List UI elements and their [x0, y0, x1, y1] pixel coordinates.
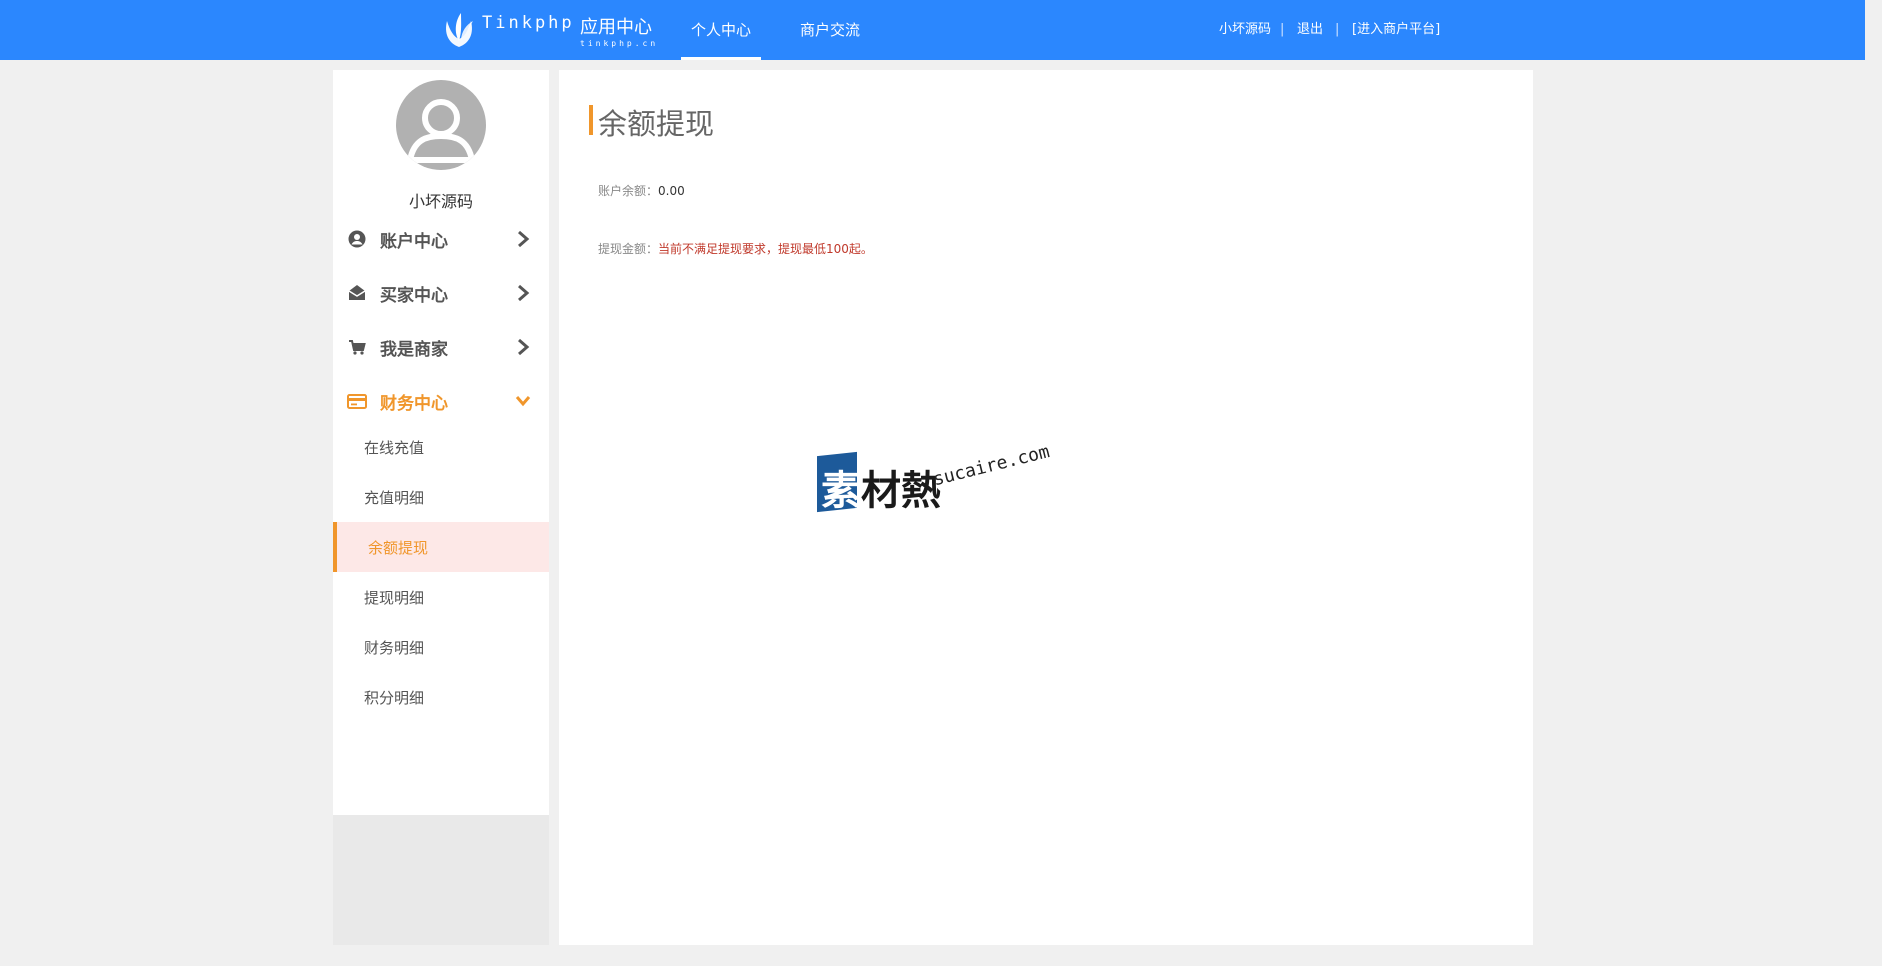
chevron-down-icon [515, 396, 531, 407]
cart-icon [349, 340, 366, 355]
user-name-link[interactable]: 小坏源码 [1219, 0, 1271, 60]
sidebar-group-finance-center[interactable]: 财务中心 [333, 374, 549, 428]
sidebar-group-label: 我是商家 [380, 340, 448, 360]
link-separator: | [1335, 22, 1340, 37]
sidebar-item-points-details[interactable]: 积分明细 [333, 672, 549, 722]
sidebar-group-buyer-center[interactable]: 买家中心 [333, 266, 549, 320]
tab-personal-center[interactable]: 个人中心 [681, 0, 761, 60]
sidebar-item-recharge-details[interactable]: 充值明细 [333, 472, 549, 522]
sidebar-group-account-center[interactable]: 账户中心 [333, 212, 549, 266]
sidebar-username: 小坏源码 [408, 192, 473, 211]
chevron-right-icon [518, 284, 530, 302]
leaf-logo-icon [446, 13, 473, 47]
envelope-open-icon [348, 285, 366, 300]
sidebar-item-withdraw-details[interactable]: 提现明细 [333, 572, 549, 622]
balance-row: 账户余额：0.00 [598, 182, 685, 199]
tab-merchant-exchange[interactable]: 商户交流 [790, 0, 870, 60]
sidebar-item-label: 积分明细 [364, 689, 425, 707]
withdraw-label: 提现金额： [598, 242, 659, 256]
sidebar-group-merchant[interactable]: 我是商家 [333, 320, 549, 374]
watermark-cn-first: 素 [821, 468, 861, 514]
page-title: 余额提现 [598, 107, 715, 141]
sidebar-footer-area [333, 815, 549, 945]
sidebar: 小坏源码 账户中心 买家中心 我是商家 财务中心 在线充值 充值明细 余额提现 … [333, 70, 549, 815]
credit-card-icon [347, 394, 367, 409]
page-scrollbar[interactable] [1865, 0, 1882, 966]
title-accent-bar [589, 105, 593, 135]
merchant-platform-link[interactable]: [进入商户平台] [1352, 0, 1440, 60]
sidebar-item-label: 充值明细 [364, 489, 425, 507]
sidebar-item-label: 余额提现 [368, 539, 429, 557]
logo-name: Tinkphp [482, 13, 575, 33]
top-navigation-bar: Tinkphp 应用中心 tinkphp.cn 个人中心 商户交流 小坏源码 |… [0, 0, 1865, 60]
user-circle-icon [348, 230, 366, 248]
balance-value: 0.00 [658, 184, 685, 198]
link-separator: | [1280, 22, 1285, 37]
sidebar-item-label: 提现明细 [364, 589, 425, 607]
logout-link[interactable]: 退出 [1297, 0, 1323, 60]
avatar[interactable] [396, 80, 486, 170]
chevron-right-icon [518, 230, 530, 248]
sidebar-group-label: 账户中心 [380, 232, 448, 252]
watermark: 素材熱 sucaire.com [817, 441, 1067, 514]
sidebar-group-label: 买家中心 [380, 286, 448, 306]
watermark-cn: 素材熱 [821, 458, 941, 516]
withdraw-notice: 当前不满足提现要求，提现最低100起。 [658, 242, 873, 256]
logo-domain: tinkphp.cn [580, 39, 659, 48]
sidebar-item-label: 在线充值 [364, 439, 425, 457]
withdraw-row: 提现金额：当前不满足提现要求，提现最低100起。 [598, 240, 873, 257]
watermark-cn-rest: 材熱 [861, 468, 941, 514]
sidebar-item-balance-withdraw[interactable]: 余额提现 [333, 522, 549, 572]
balance-label: 账户余额： [598, 184, 659, 198]
sidebar-item-finance-details[interactable]: 财务明细 [333, 622, 549, 672]
chevron-right-icon [518, 338, 530, 356]
sidebar-group-label: 财务中心 [380, 394, 448, 414]
sidebar-item-label: 财务明细 [364, 639, 425, 657]
user-avatar-icon [406, 99, 476, 163]
sidebar-item-online-recharge[interactable]: 在线充值 [333, 422, 549, 472]
logo-subtitle: 应用中心 [580, 17, 652, 38]
